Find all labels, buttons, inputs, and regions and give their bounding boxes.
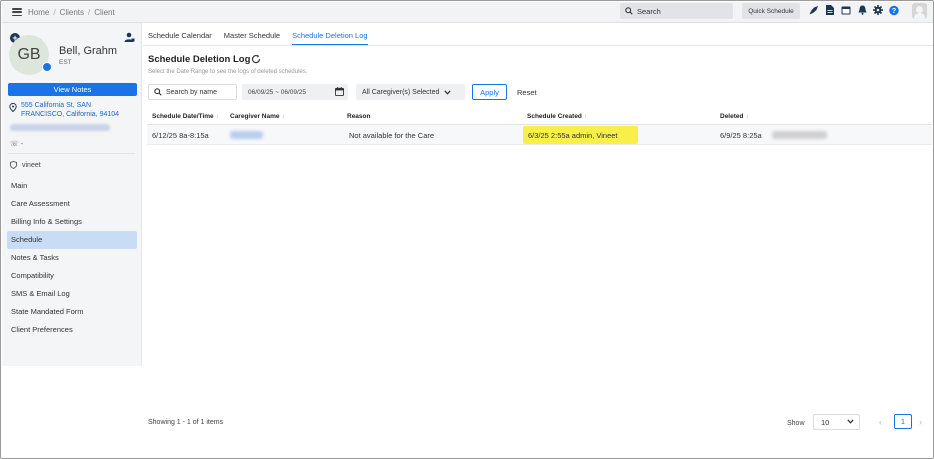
deleted-by-redacted [772, 131, 827, 139]
client-phone-value: - [20, 141, 24, 148]
table-row[interactable]: 6/12/25 8a-8:15a Not available for the C… [147, 125, 932, 145]
page-size-value: 10 [821, 417, 830, 427]
client-address[interactable]: 555 California St, SAN FRANCISCO, Califo… [21, 102, 136, 119]
table-header: Schedule Date/Time ↕ Caregiver Name ↕ Reas… [147, 109, 932, 125]
camera-icon[interactable] [42, 62, 52, 72]
bell-icon[interactable] [857, 4, 867, 16]
sort-icon[interactable]: ↕ [584, 113, 587, 120]
location-pin-icon [9, 103, 17, 112]
tab-schedule-deletion-log[interactable]: Schedule Deletion Log [292, 31, 368, 45]
chevron-down-icon [444, 89, 452, 95]
breadcrumb-home[interactable]: Home [28, 8, 49, 17]
column-header-label: Deleted [720, 113, 744, 120]
name-search-input[interactable] [166, 88, 236, 96]
breadcrumb: Home / Clients / Client [28, 8, 115, 17]
app-window: Home / Clients / Client Quick Schedule ?… [0, 0, 934, 459]
gear-icon[interactable] [873, 4, 883, 16]
cell-deleted: 6/9/25 8:25a [720, 131, 762, 140]
column-header-label: Caregiver Name [230, 113, 280, 120]
column-header-label: Schedule Date/Time [152, 113, 214, 120]
schedule-tabs: Schedule Calendar Master Schedule Schedu… [148, 31, 368, 45]
apply-button[interactable]: Apply [472, 84, 507, 100]
pagination-summary: Showing 1 - 1 of 1 items [148, 419, 224, 426]
caregiver-filter[interactable]: All Caregiver(s) Selected [356, 84, 465, 100]
sidebar-item-compatibility[interactable]: Compatibility [7, 267, 137, 285]
column-header[interactable]: Caregiver Name ↕ [230, 113, 285, 120]
sidebar-item-main[interactable]: Main [7, 177, 137, 195]
tab-schedule-calendar[interactable]: Schedule Calendar [148, 31, 212, 45]
column-header[interactable]: Deleted ↕ [720, 113, 749, 120]
sidebar-item-sms-email-log[interactable]: SMS & Email Log [7, 285, 137, 303]
tabs-divider [143, 45, 933, 46]
name-search[interactable] [148, 84, 237, 100]
sidebar-item-care-assessment[interactable]: Care Assessment [7, 195, 137, 213]
sidebar-item-state-mandated-form[interactable]: State Mandated Form [7, 303, 137, 321]
quick-schedule-button[interactable]: Quick Schedule [742, 3, 800, 19]
tab-master-schedule[interactable]: Master Schedule [224, 31, 280, 45]
page-size-label: Show [787, 420, 805, 427]
date-range-value: 06/09/25 ~ 06/09/25 [248, 88, 307, 96]
chevron-down-icon [847, 419, 854, 424]
page-subtitle: Select the Date Range to see the logs of… [148, 69, 308, 75]
sort-icon[interactable]: ↕ [282, 113, 285, 120]
search-icon [625, 7, 633, 15]
svg-text:?: ? [892, 6, 897, 15]
view-notes-button[interactable]: View Notes [8, 83, 137, 96]
breadcrumb-separator: / [53, 7, 56, 17]
column-header-label: Schedule Created [527, 113, 582, 120]
client-phone: ☏ - [10, 140, 23, 148]
client-admin: vineet [10, 161, 41, 169]
calendar-icon[interactable] [335, 87, 344, 96]
page-size-select[interactable]: 10 [813, 414, 860, 430]
assign-user-icon[interactable] [124, 32, 135, 43]
breadcrumb-client: Client [94, 7, 115, 17]
column-header[interactable]: Schedule Created ↕ [527, 113, 587, 120]
sidebar-nav: Main Care Assessment Billing Info & Sett… [7, 177, 137, 339]
breadcrumb-separator: / [88, 7, 91, 17]
client-email-redacted [10, 124, 110, 131]
sort-icon[interactable]: ↕ [216, 113, 219, 120]
sidebar-item-notes-tasks[interactable]: Notes & Tasks [7, 249, 137, 267]
cell-schedule-created: 6/3/25 2:55a admin, Vineet [528, 131, 618, 140]
client-timezone: EST [59, 59, 72, 66]
page-title: Schedule Deletion Log [148, 54, 251, 65]
phone-icon: ☏ [10, 141, 19, 148]
search-icon [154, 88, 162, 96]
date-range-picker[interactable]: 06/09/25 ~ 06/09/25 [242, 84, 348, 100]
client-admin-name: vineet [22, 161, 41, 169]
client-name: Bell, Grahm [59, 45, 118, 57]
help-icon[interactable]: ? [889, 4, 899, 16]
document-icon[interactable] [825, 4, 835, 16]
global-search-input[interactable] [637, 6, 727, 16]
cell-date-time: 6/12/25 8a-8:15a [152, 131, 209, 140]
sidebar-item-schedule[interactable]: Schedule [7, 231, 137, 249]
rocket-icon[interactable] [809, 4, 819, 16]
chevron-left-icon[interactable]: ‹ [879, 417, 882, 427]
refresh-icon[interactable] [251, 54, 261, 64]
top-icons: ? [809, 4, 899, 16]
cell-reason: Not available for the Care [349, 131, 435, 140]
page-number-button[interactable]: 1 [894, 414, 912, 429]
chevron-right-icon[interactable]: › [919, 417, 922, 427]
sidebar-item-billing[interactable]: Billing Info & Settings [7, 213, 137, 231]
column-header: Reason [347, 113, 370, 120]
sidebar-divider [8, 153, 135, 154]
global-search[interactable] [620, 3, 733, 19]
breadcrumb-clients[interactable]: Clients [60, 8, 84, 17]
sidebar-item-client-preferences[interactable]: Client Preferences [7, 321, 137, 339]
reset-button[interactable]: Reset [517, 88, 537, 97]
column-header-label: Reason [347, 113, 371, 120]
column-header[interactable]: Schedule Date/Time ↕ [152, 113, 219, 120]
menu-icon[interactable] [12, 8, 22, 16]
user-avatar-icon[interactable] [912, 3, 927, 19]
calendar-icon[interactable] [841, 4, 851, 16]
caregiver-name-redacted[interactable] [230, 131, 263, 139]
shield-icon [10, 161, 17, 169]
caregiver-filter-value: All Caregiver(s) Selected [362, 88, 440, 96]
sort-icon[interactable]: ↕ [745, 113, 748, 120]
